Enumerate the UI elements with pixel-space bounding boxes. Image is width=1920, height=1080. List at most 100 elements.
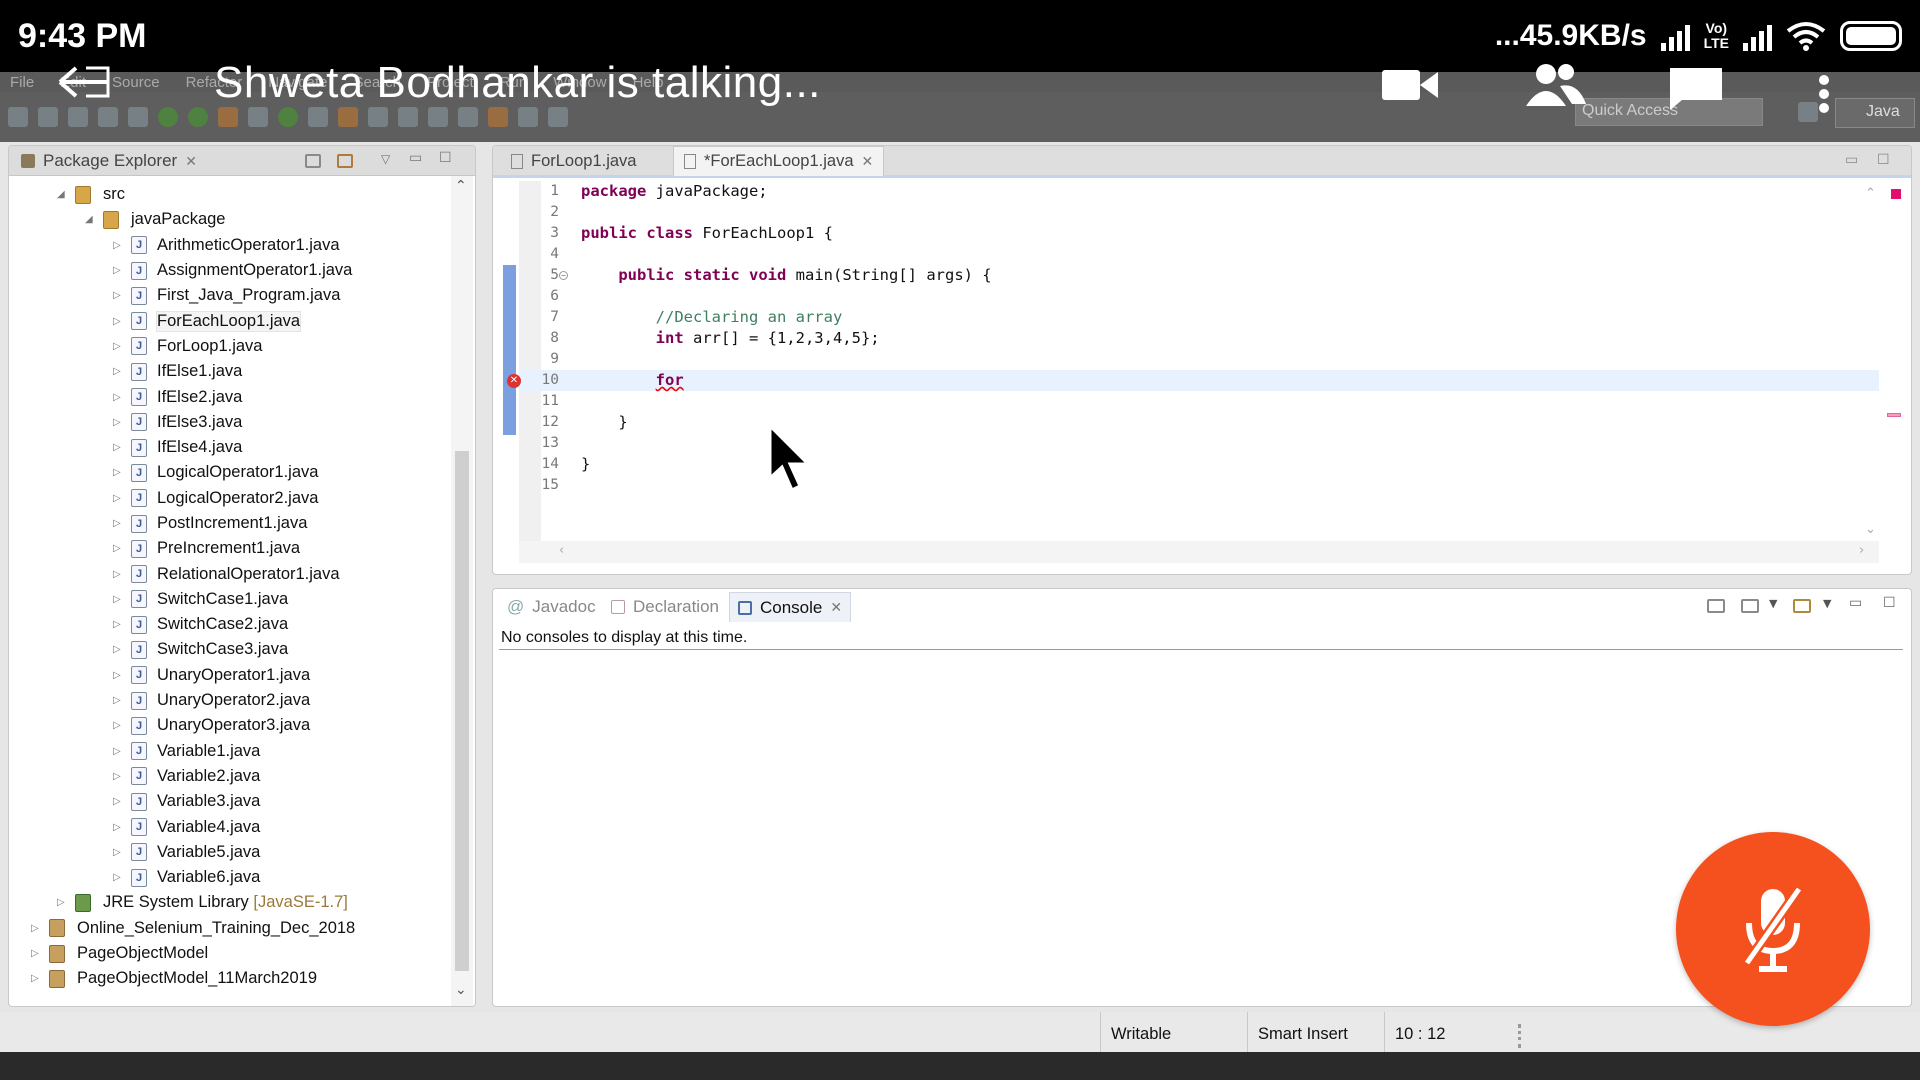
new-icon[interactable] [8,107,28,127]
new-java-project-icon[interactable] [248,107,268,127]
code-line[interactable]: 13 [519,433,1879,454]
expand-arrow-icon[interactable]: ▷ [113,467,123,478]
tree-item-file[interactable]: ▷ J ForEachLoop1.java [9,308,449,333]
menu-item-source[interactable]: Source [112,74,160,91]
more-options-icon[interactable] [1814,74,1834,114]
tree-item-file[interactable]: ▷ J Variable6.java [9,865,449,890]
dropdown-icon[interactable]: ▼ [1769,597,1777,610]
forward-nav-icon[interactable] [518,107,538,127]
tree-item-file[interactable]: ▷ J IfElse1.java [9,359,449,384]
tree-item-file[interactable]: ▷ J Variable2.java [9,764,449,789]
code-area[interactable]: 1 package javaPackage; 2 3 public class ForE… [507,181,1879,496]
tree-item-file[interactable]: ▷ J IfElse3.java [9,410,449,435]
expand-arrow-icon[interactable]: ▷ [113,872,123,883]
tree-item-project[interactable]: ▷ PageObjectModel_11March2019 [9,966,449,991]
editor-hscrollbar[interactable]: ‹ › [519,541,1879,563]
expand-arrow-icon[interactable]: ▷ [113,644,123,655]
participants-icon[interactable] [1520,62,1586,106]
expand-arrow-icon[interactable]: ▷ [57,897,67,908]
new-class-icon[interactable] [278,107,298,127]
display-console-icon[interactable] [1741,599,1759,613]
expand-arrow-icon[interactable]: ▷ [113,265,123,276]
video-camera-icon[interactable] [1382,68,1438,102]
new-console-icon[interactable] [1793,599,1811,613]
maximize-icon[interactable]: ☐ [439,150,452,166]
error-summary-marker[interactable] [1891,189,1901,199]
code-line[interactable]: 10 ✕ for [507,370,1879,391]
link-with-editor-icon[interactable] [337,154,353,168]
expand-arrow-icon[interactable]: ▷ [113,341,123,352]
exit-fullscreen-icon[interactable] [56,64,112,100]
expand-arrow-icon[interactable]: ▷ [113,619,123,630]
expand-arrow-icon[interactable]: ▷ [113,290,123,301]
java-perspective-button[interactable]: Java [1835,98,1915,128]
tree-item-file[interactable]: ▷ J UnaryOperator1.java [9,663,449,688]
menu-item-file[interactable]: File [10,74,34,91]
tree-item-file[interactable]: ▷ J AssignmentOperator1.java [9,258,449,283]
expand-arrow-icon[interactable]: ▷ [113,796,123,807]
tab-foreachloop1[interactable]: *ForEachLoop1.java ✕ [673,146,885,176]
code-line[interactable]: 7 //Declaring an array [519,307,1879,328]
debug-icon[interactable] [158,107,178,127]
expand-arrow-icon[interactable]: ▷ [113,822,123,833]
expand-arrow-icon[interactable]: ▷ [113,746,123,757]
code-line[interactable]: 15 [519,475,1879,496]
external-tools-icon[interactable] [218,107,238,127]
tree-item-project[interactable]: ▷ Online_Selenium_Training_Dec_2018 [9,916,449,941]
package-explorer-tab[interactable]: Package Explorer ✕ [21,151,197,171]
open-type-icon[interactable] [308,107,328,127]
scroll-up-icon[interactable]: ⌃ [1865,186,1876,201]
maximize-icon[interactable]: ☐ [1883,595,1896,611]
tree-item-file[interactable]: ▷ J ArithmeticOperator1.java [9,233,449,258]
code-line[interactable]: 4 [519,244,1879,265]
tree-item-file[interactable]: ▷ J LogicalOperator2.java [9,486,449,511]
code-line[interactable]: 14} [519,454,1879,475]
tree-item-file[interactable]: ▷ J PreIncrement1.java [9,536,449,561]
expand-arrow-icon[interactable]: ▷ [113,417,123,428]
tree-item-file[interactable]: ▷ J Variable1.java [9,739,449,764]
tree-item-file[interactable]: ▷ J SwitchCase2.java [9,612,449,637]
open-console-icon[interactable] [1707,599,1725,613]
expand-arrow-icon[interactable]: ▷ [113,518,123,529]
collapse-all-icon[interactable] [305,154,321,168]
expanded-arrow-icon[interactable]: ◢ [57,189,67,200]
close-tab-icon[interactable]: ✕ [862,153,874,170]
expand-arrow-icon[interactable]: ▷ [113,392,123,403]
tab-console[interactable]: Console ✕ [729,592,852,622]
expand-arrow-icon[interactable]: ▷ [113,442,123,453]
expanded-arrow-icon[interactable]: ◢ [85,214,95,225]
package-explorer-scrollbar[interactable]: ⌃ ⌄ [451,176,473,1006]
tree-item-file[interactable]: ▷ J SwitchCase3.java [9,637,449,662]
expand-arrow-icon[interactable]: ▷ [113,695,123,706]
expand-arrow-icon[interactable]: ▷ [113,366,123,377]
mute-microphone-button[interactable] [1676,832,1870,1026]
pin-editor-icon[interactable] [548,107,568,127]
expand-arrow-icon[interactable]: ▷ [31,948,41,959]
code-line[interactable]: 12 } [519,412,1879,433]
view-menu-icon[interactable]: ▽ [381,152,390,166]
maximize-icon[interactable]: ☐ [1877,152,1890,168]
tree-item-file[interactable]: ▷ J Variable4.java [9,814,449,839]
dropdown-icon[interactable]: ▼ [1823,597,1831,610]
chat-icon[interactable] [1668,66,1724,110]
expand-arrow-icon[interactable]: ▷ [113,670,123,681]
close-tab-icon[interactable]: ✕ [830,599,842,616]
expand-arrow-icon[interactable]: ▷ [113,316,123,327]
next-annotation-icon[interactable] [428,107,448,127]
minimize-icon[interactable]: ▭ [409,150,422,166]
code-line[interactable]: 9 [519,349,1879,370]
close-icon[interactable]: ✕ [185,153,197,170]
code-line[interactable]: 5− public static void main(String[] args… [519,265,1879,286]
scroll-left-icon[interactable]: ‹ [559,543,564,558]
overview-ruler[interactable] [1883,181,1907,541]
tree-item-file[interactable]: ▷ J RelationalOperator1.java [9,561,449,586]
tree-item-jre[interactable]: ▷ JRE System Library [JavaSE-1.7] [9,890,449,915]
tree-item-file[interactable]: ▷ J Variable5.java [9,840,449,865]
error-icon[interactable]: ✕ [507,374,521,388]
minimize-icon[interactable]: ▭ [1845,152,1858,168]
tree-item-file[interactable]: ▷ J ForLoop1.java [9,334,449,359]
tree-item-file[interactable]: ▷ J Variable3.java [9,789,449,814]
toggle-mark-occurrences-icon[interactable] [368,107,388,127]
save-all-icon[interactable] [68,107,88,127]
code-line[interactable]: 8 int arr[] = {1,2,3,4,5}; [519,328,1879,349]
